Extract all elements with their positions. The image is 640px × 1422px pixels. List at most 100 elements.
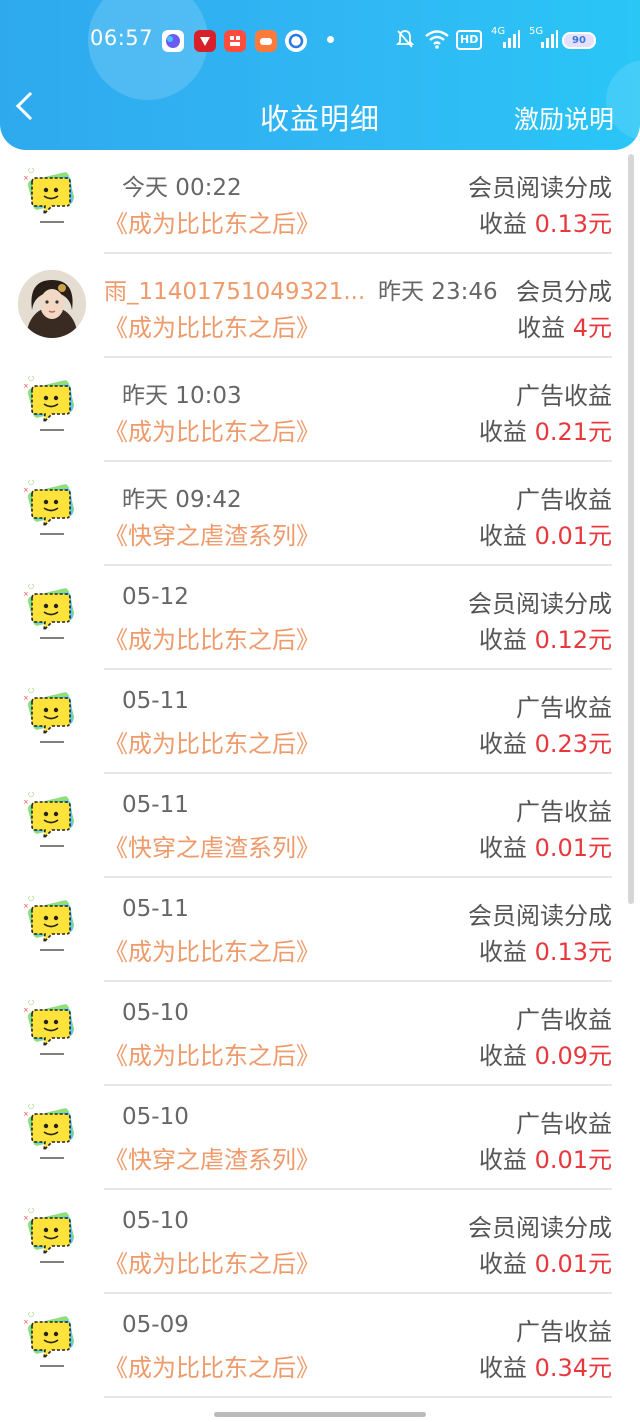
app-notification-icon — [285, 30, 307, 52]
svg-text:○: ○ — [28, 1000, 34, 1006]
book-title[interactable]: 《成为比比东之后》 — [104, 932, 320, 967]
earning-amount: 收益 0.01元 — [479, 828, 612, 863]
game-app-icon — [255, 30, 277, 52]
svg-text:×: × — [23, 382, 29, 390]
chat-bubble-icon: × ○ — [22, 582, 80, 642]
book-title[interactable]: 《成为比比东之后》 — [104, 1036, 320, 1071]
earnings-row[interactable]: × ○ 05-11 《成为比比东之后》 广告收益 收益 0.23元 — [0, 670, 640, 774]
earning-amount: 收益 0.01元 — [479, 516, 612, 551]
earning-amount-value: 0.12元 — [534, 626, 612, 654]
earning-amount: 收益 0.12元 — [479, 620, 612, 655]
earning-amount: 收益 4元 — [517, 308, 612, 343]
book-title[interactable]: 《成为比比东之后》 — [104, 620, 320, 655]
earnings-row[interactable]: × ○ 05-10 《快穿之虐渣系列》 广告收益 收益 0.01元 — [0, 1086, 640, 1190]
incentive-explanation-link[interactable]: 激励说明 — [514, 100, 614, 136]
earning-type: 广告收益 — [516, 694, 612, 722]
home-indicator[interactable] — [214, 1412, 426, 1417]
book-title[interactable]: 《快穿之虐渣系列》 — [104, 828, 320, 863]
row-time: 昨天 09:42 — [122, 487, 242, 513]
book-title[interactable]: 《快穿之虐渣系列》 — [104, 516, 320, 551]
earning-amount: 收益 0.34元 — [479, 1348, 612, 1383]
earnings-list: × ○ 今天 00:22 《成为比比东之后》 会员阅读分成 收益 0.13元 雨… — [0, 150, 640, 1398]
earning-amount-value: 0.01元 — [534, 1250, 612, 1278]
earning-amount-value: 0.34元 — [534, 1354, 612, 1382]
earnings-row[interactable]: × ○ 05-11 《成为比比东之后》 会员阅读分成 收益 0.13元 — [0, 878, 640, 982]
earning-amount-label: 收益 — [517, 314, 566, 342]
earning-amount-label: 收益 — [478, 1354, 527, 1382]
earnings-row[interactable]: × ○ 05-12 《成为比比东之后》 会员阅读分成 收益 0.12元 — [0, 566, 640, 670]
book-title[interactable]: 《成为比比东之后》 — [104, 204, 320, 239]
earning-amount-label: 收益 — [478, 938, 527, 966]
earning-amount: 收益 0.21元 — [479, 412, 612, 447]
earning-type: 广告收益 — [516, 1006, 612, 1034]
svg-text:○: ○ — [28, 896, 34, 902]
earning-amount: 收益 0.01元 — [479, 1244, 612, 1279]
earnings-row[interactable]: 雨_11401751049321... 昨天 23:46 《成为比比东之后》 会… — [0, 254, 640, 358]
row-time: 05-11 — [122, 688, 189, 714]
earning-amount-label: 收益 — [478, 522, 527, 550]
row-time: 05-09 — [122, 1312, 189, 1338]
earnings-row[interactable]: × ○ 05-09 《成为比比东之后》 广告收益 收益 0.34元 — [0, 1294, 640, 1398]
earning-amount-value: 0.01元 — [534, 522, 612, 550]
book-title[interactable]: 《成为比比东之后》 — [104, 1244, 320, 1279]
svg-text:×: × — [23, 590, 29, 598]
earnings-row[interactable]: × ○ 昨天 10:03 《成为比比东之后》 广告收益 收益 0.21元 — [0, 358, 640, 462]
book-title[interactable]: 《成为比比东之后》 — [104, 1348, 320, 1383]
earning-amount-label: 收益 — [478, 1250, 527, 1278]
earnings-row[interactable]: × ○ 昨天 09:42 《快穿之虐渣系列》 广告收益 收益 0.01元 — [0, 462, 640, 566]
earning-type: 会员阅读分成 — [468, 590, 612, 618]
row-time: 05-10 — [122, 1000, 189, 1026]
earning-amount-value: 0.09元 — [534, 1042, 612, 1070]
svg-text:○: ○ — [28, 688, 34, 694]
svg-text:×: × — [23, 798, 29, 806]
status-time: 06:57 — [90, 26, 154, 50]
earning-amount-label: 收益 — [478, 210, 527, 238]
svg-text:×: × — [23, 486, 29, 494]
chat-bubble-icon: × ○ — [22, 374, 80, 434]
user-name[interactable]: 雨_11401751049321... — [104, 272, 365, 306]
earning-amount-value: 0.01元 — [534, 834, 612, 862]
wifi-icon — [424, 28, 450, 52]
app-notification-icon — [224, 30, 246, 52]
earning-amount-value: 0.13元 — [534, 210, 612, 238]
row-time: 昨天 10:03 — [122, 383, 242, 409]
chat-bubble-icon: × ○ — [22, 686, 80, 746]
battery-icon: 90 — [562, 32, 596, 49]
book-title[interactable]: 《快穿之虐渣系列》 — [104, 1140, 320, 1175]
earning-type: 会员阅读分成 — [468, 902, 612, 930]
svg-text:×: × — [23, 1318, 29, 1326]
earnings-row[interactable]: × ○ 今天 00:22 《成为比比东之后》 会员阅读分成 收益 0.13元 — [0, 150, 640, 254]
chat-bubble-icon: × ○ — [22, 894, 80, 954]
earning-amount: 收益 0.01元 — [479, 1140, 612, 1175]
row-divider — [104, 1396, 612, 1398]
book-title[interactable]: 《成为比比东之后》 — [104, 412, 320, 447]
earning-type: 广告收益 — [516, 798, 612, 826]
svg-text:×: × — [23, 174, 29, 182]
svg-text:○: ○ — [28, 1208, 34, 1214]
earning-amount-value: 4元 — [572, 314, 612, 342]
app-notification-icon — [162, 30, 184, 52]
earning-amount: 收益 0.13元 — [479, 932, 612, 967]
app-notification-icon — [194, 30, 216, 52]
svg-text:○: ○ — [28, 376, 34, 382]
signal-icon — [540, 28, 558, 52]
earnings-row[interactable]: × ○ 05-11 《快穿之虐渣系列》 广告收益 收益 0.01元 — [0, 774, 640, 878]
book-title[interactable]: 《成为比比东之后》 — [104, 724, 320, 759]
svg-text:×: × — [23, 1006, 29, 1014]
earnings-row[interactable]: × ○ 05-10 《成为比比东之后》 会员阅读分成 收益 0.01元 — [0, 1190, 640, 1294]
svg-text:○: ○ — [28, 168, 34, 174]
earnings-row[interactable]: × ○ 05-10 《成为比比东之后》 广告收益 收益 0.09元 — [0, 982, 640, 1086]
chat-bubble-icon: × ○ — [22, 1310, 80, 1370]
earning-amount: 收益 0.09元 — [479, 1036, 612, 1071]
chat-bubble-icon: × ○ — [22, 1102, 80, 1162]
earning-type: 广告收益 — [516, 486, 612, 514]
book-title[interactable]: 《成为比比东之后》 — [104, 308, 320, 343]
earning-amount: 收益 0.23元 — [479, 724, 612, 759]
chat-bubble-icon: × ○ — [22, 166, 80, 226]
user-avatar[interactable] — [18, 270, 86, 338]
earning-amount-value: 0.13元 — [534, 938, 612, 966]
scrollbar[interactable] — [628, 154, 634, 904]
chat-bubble-icon: × ○ — [22, 478, 80, 538]
mute-bell-icon — [395, 28, 415, 52]
earning-type: 广告收益 — [516, 1110, 612, 1138]
